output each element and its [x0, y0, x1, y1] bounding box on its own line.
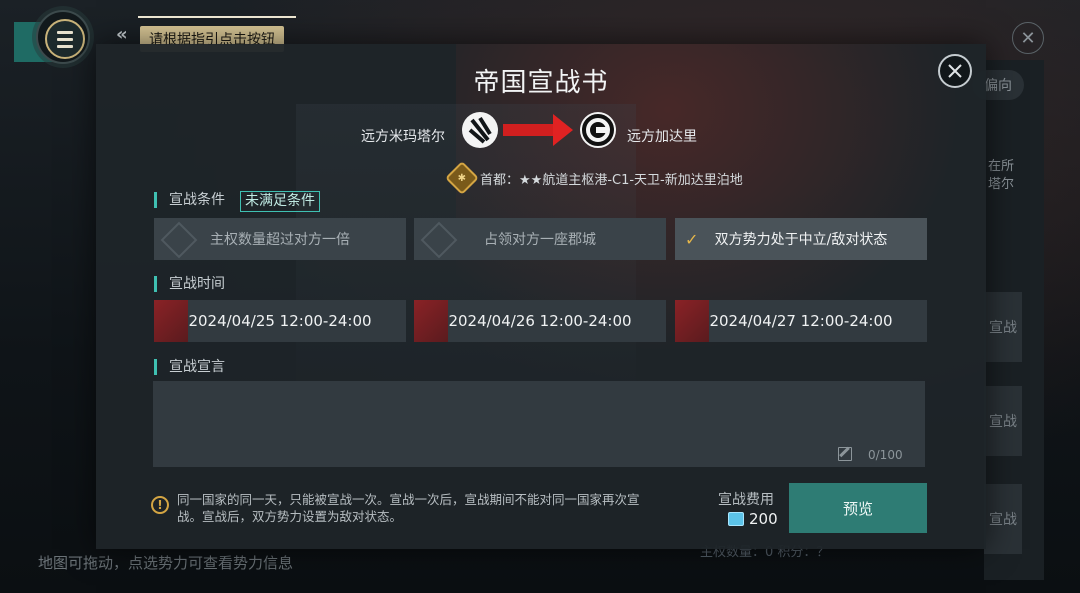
cost-value: 200	[749, 510, 778, 528]
preview-button[interactable]: 预览	[789, 483, 927, 533]
edit-icon	[838, 447, 852, 461]
background-close-icon[interactable]: ✕	[1012, 22, 1044, 54]
defender-emblem-icon	[580, 112, 616, 148]
check-icon: ✓	[685, 230, 699, 249]
capital-value: ★★航道主枢港-C1-天卫-新加达里泊地	[519, 172, 743, 188]
side-tile-2[interactable]: 宣战	[984, 386, 1022, 456]
conditions-label: 宣战条件	[154, 192, 225, 208]
capital-label: 首都：	[480, 172, 520, 188]
war-declaration-dialog: 帝国宣战书	[96, 44, 986, 549]
condition-3: ✓ 双方势力处于中立/敌对状态	[675, 218, 927, 260]
condition-diamond-icon	[420, 221, 458, 259]
time-slot-text: 2024/04/27 12:00-24:00	[709, 312, 893, 330]
attacker-name: 远方米玛塔尔	[361, 129, 445, 145]
war-arrow-icon	[553, 114, 573, 146]
time-slot-3[interactable]: 2024/04/27 12:00-24:00	[675, 300, 927, 342]
slot-marker	[675, 300, 709, 342]
side-tile-3[interactable]: 宣战	[984, 484, 1022, 554]
condition-2: 占领对方一座郡城	[414, 218, 666, 260]
menu-ring	[36, 10, 90, 64]
time-slot-text: 2024/04/25 12:00-24:00	[188, 312, 372, 330]
conditions-status-badge: 未满足条件	[240, 191, 320, 212]
warning-icon: !	[151, 496, 169, 514]
tooltip-line	[138, 16, 296, 18]
cost-row: 200	[728, 510, 778, 528]
capital-badge-icon: ✱	[445, 161, 479, 195]
side-text-2: 塔尔	[988, 177, 1015, 192]
slot-marker	[414, 300, 448, 342]
back-chevron-icon[interactable]: «	[116, 24, 128, 45]
slot-marker	[154, 300, 188, 342]
cost-label: 宣战费用	[718, 492, 774, 508]
defender-name: 远方加达里	[627, 129, 697, 145]
notice-text: 同一国家的同一天，只能被宣战一次。宣战一次后，宣战期间不能对同一国家再次宣战。宣…	[177, 492, 640, 524]
map-hint: 地图可拖动，点选势力可查看势力信息	[38, 554, 294, 572]
close-icon[interactable]	[938, 54, 972, 88]
dialog-title: 帝国宣战书	[473, 68, 609, 98]
time-slot-2[interactable]: 2024/04/26 12:00-24:00	[414, 300, 666, 342]
condition-label: 双方势力处于中立/敌对状态	[714, 232, 888, 248]
condition-label: 主权数量超过对方一倍	[210, 232, 350, 248]
condition-diamond-icon	[160, 221, 198, 259]
side-text-1: 在所	[988, 159, 1015, 174]
condition-label: 占领对方一座郡城	[484, 232, 596, 248]
declaration-label: 宣战宣言	[154, 359, 225, 375]
char-counter: 0/100	[868, 448, 903, 462]
declaration-input[interactable]	[153, 381, 925, 467]
time-slot-1[interactable]: 2024/04/25 12:00-24:00	[154, 300, 406, 342]
capital-row: ✱ 首都： ★★航道主枢港-C1-天卫-新加达里泊地	[445, 161, 743, 195]
time-slot-text: 2024/04/26 12:00-24:00	[448, 312, 632, 330]
menu-icon	[45, 19, 85, 59]
currency-gem-icon	[728, 512, 744, 526]
main-menu-button[interactable]	[14, 10, 90, 64]
arrow-shaft	[503, 124, 555, 136]
side-tile-1[interactable]: 宣战	[984, 292, 1022, 362]
time-label: 宣战时间	[154, 276, 225, 292]
attacker-emblem-icon	[462, 112, 498, 148]
condition-1: 主权数量超过对方一倍	[154, 218, 406, 260]
